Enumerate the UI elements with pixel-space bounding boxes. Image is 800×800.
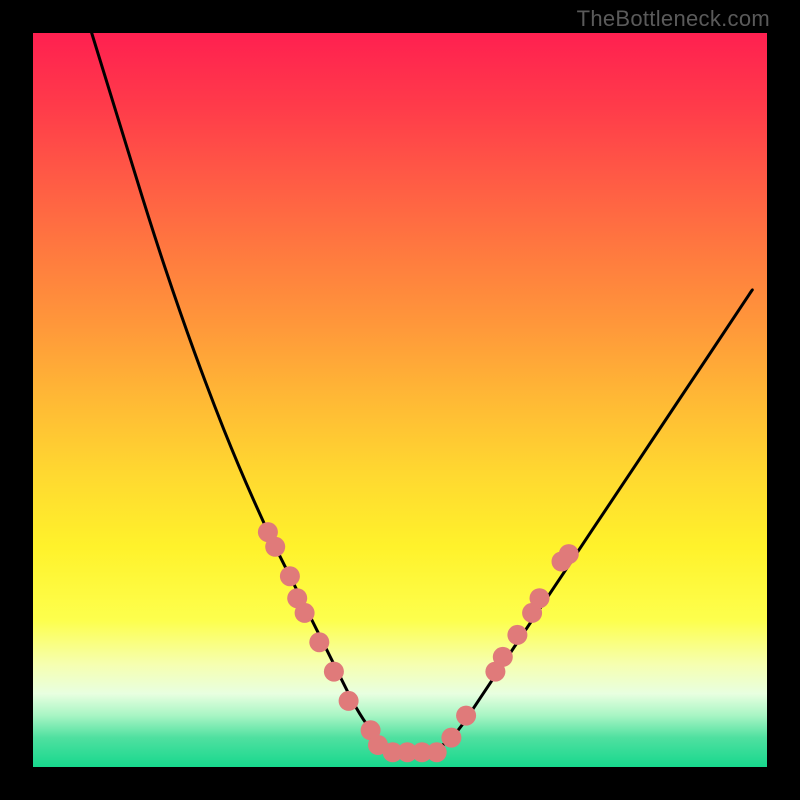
curve-layer (33, 33, 767, 767)
plot-area (33, 33, 767, 767)
attribution-text: TheBottleneck.com (577, 6, 770, 32)
bottleneck-curve (92, 33, 753, 752)
highlight-markers (258, 522, 579, 762)
